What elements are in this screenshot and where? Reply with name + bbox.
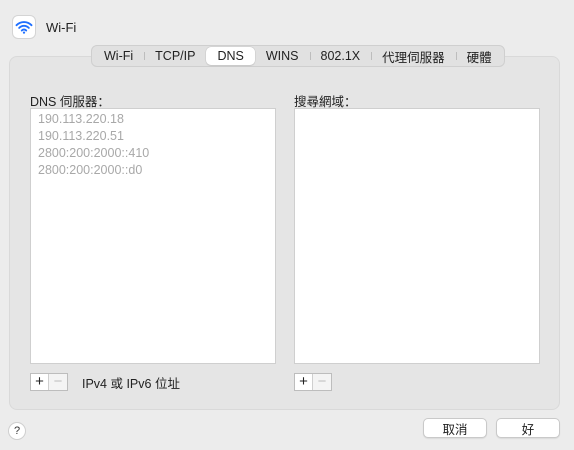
add-dns-button[interactable]: + bbox=[31, 374, 49, 390]
remove-search-domain-button[interactable]: − bbox=[313, 374, 331, 390]
tab-bar: Wi-Fi TCP/IP DNS WINS 802.1X 代理伺服器 硬體 bbox=[91, 45, 505, 67]
list-item[interactable]: 2800:200:2000::410 bbox=[31, 145, 275, 162]
tab-hardware[interactable]: 硬體 bbox=[455, 47, 503, 65]
list-item[interactable]: 190.113.220.51 bbox=[31, 128, 275, 145]
window-title: Wi-Fi bbox=[46, 19, 77, 35]
cancel-button[interactable]: 取消 bbox=[423, 418, 487, 438]
dns-plus-minus-group: + − bbox=[30, 373, 68, 391]
tab-8021x[interactable]: 802.1X bbox=[309, 47, 372, 65]
add-search-domain-button[interactable]: + bbox=[295, 374, 313, 390]
dns-hint-text: IPv4 或 IPv6 位址 bbox=[82, 377, 180, 391]
tab-wifi[interactable]: Wi-Fi bbox=[93, 47, 144, 65]
dns-server-list[interactable]: 190.113.220.18 190.113.220.51 2800:200:2… bbox=[30, 108, 276, 364]
help-button[interactable]: ? bbox=[8, 422, 26, 440]
tab-proxies[interactable]: 代理伺服器 bbox=[371, 47, 456, 65]
search-domain-list[interactable] bbox=[294, 108, 540, 364]
settings-panel: DNS 伺服器： 190.113.220.18 190.113.220.51 2… bbox=[9, 56, 560, 410]
list-item[interactable]: 2800:200:2000::d0 bbox=[31, 162, 275, 179]
window-header: Wi-Fi bbox=[12, 14, 76, 40]
search-plus-minus-group: + − bbox=[294, 373, 332, 391]
wifi-icon bbox=[12, 15, 36, 39]
tab-tcpip[interactable]: TCP/IP bbox=[144, 47, 206, 65]
list-item[interactable]: 190.113.220.18 bbox=[31, 111, 275, 128]
remove-dns-button[interactable]: − bbox=[49, 374, 67, 390]
tab-wins[interactable]: WINS bbox=[255, 47, 310, 65]
ok-button[interactable]: 好 bbox=[496, 418, 560, 438]
tab-dns[interactable]: DNS bbox=[206, 47, 255, 65]
